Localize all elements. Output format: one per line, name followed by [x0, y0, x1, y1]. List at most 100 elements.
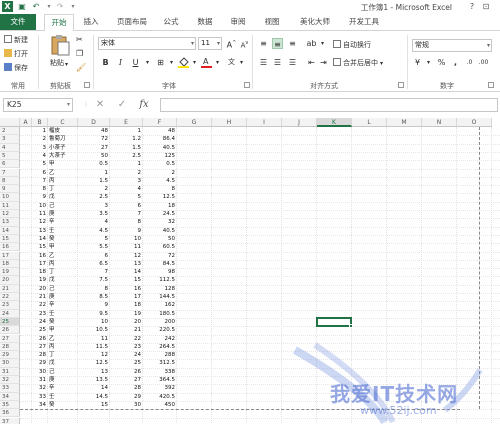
- cell-e8[interactable]: 3: [110, 177, 143, 185]
- cell-f15[interactable]: 50: [143, 235, 177, 243]
- cell-e31[interactable]: 26: [110, 368, 143, 376]
- tab-page-layout[interactable]: 页面布局: [112, 14, 152, 30]
- column-header-l[interactable]: L: [352, 118, 387, 127]
- column-header-f[interactable]: F: [143, 118, 177, 127]
- tab-formulas[interactable]: 公式: [160, 14, 182, 30]
- grow-font-button[interactable]: A^: [226, 38, 237, 50]
- help-icon[interactable]: ?: [466, 1, 478, 12]
- cell-f16[interactable]: 60.5: [143, 243, 177, 251]
- cell-e2[interactable]: 1: [110, 127, 143, 135]
- font-size-select[interactable]: 11 ▾: [198, 37, 222, 50]
- cell-e24[interactable]: 19: [110, 310, 143, 318]
- column-header-a[interactable]: A: [20, 118, 32, 127]
- cell-e20[interactable]: 15: [110, 276, 143, 284]
- cell-f8[interactable]: 4.5: [143, 177, 177, 185]
- cell-b21[interactable]: 20: [32, 285, 48, 293]
- cell-e26[interactable]: 21: [110, 326, 143, 334]
- merge-center-button[interactable]: 合并后居中 ▾: [333, 58, 383, 68]
- active-cell-cursor[interactable]: [316, 316, 352, 328]
- cell-d30[interactable]: 12.5: [78, 359, 110, 367]
- cell-f18[interactable]: 84.5: [143, 260, 177, 268]
- cell-b5[interactable]: 4: [32, 152, 48, 160]
- column-header-d[interactable]: D: [78, 118, 110, 127]
- cell-f35[interactable]: 450: [143, 401, 177, 409]
- italic-button[interactable]: I: [115, 57, 126, 68]
- cell-f28[interactable]: 264.5: [143, 343, 177, 351]
- currency-icon[interactable]: ¥: [412, 57, 423, 68]
- cell-d11[interactable]: 3: [78, 202, 110, 210]
- cell-b2[interactable]: 1: [32, 127, 48, 135]
- save-button[interactable]: 保存: [4, 63, 28, 73]
- cell-f21[interactable]: 128: [143, 285, 177, 293]
- tab-developer[interactable]: 开发工具: [346, 14, 382, 30]
- row-header[interactable]: 7: [0, 168, 20, 177]
- cell-b15[interactable]: 14: [32, 235, 48, 243]
- tab-home[interactable]: 开始: [44, 14, 74, 31]
- ribbon-display-icon[interactable]: ⊡: [480, 1, 492, 12]
- open-button[interactable]: 打开: [4, 49, 28, 59]
- row-header[interactable]: 17: [0, 251, 20, 260]
- cell-b13[interactable]: 12: [32, 218, 48, 226]
- cell-d28[interactable]: 11.5: [78, 343, 110, 351]
- cell-e17[interactable]: 12: [110, 252, 143, 260]
- undo-dropdown-icon[interactable]: ▾: [44, 2, 54, 11]
- tab-file[interactable]: 文件: [0, 14, 36, 30]
- formula-input[interactable]: [160, 98, 498, 112]
- cell-f3[interactable]: 86.4: [143, 135, 177, 143]
- row-header[interactable]: 31: [0, 367, 20, 376]
- row-header[interactable]: 12: [0, 210, 20, 219]
- cell-b25[interactable]: 24: [32, 318, 48, 326]
- cell-b4[interactable]: 3: [32, 144, 48, 152]
- align-bottom-icon[interactable]: ≡: [287, 38, 298, 49]
- cell-d26[interactable]: 10.5: [78, 326, 110, 334]
- cell-b31[interactable]: 30: [32, 368, 48, 376]
- cell-f9[interactable]: 8: [143, 185, 177, 193]
- row-header[interactable]: 28: [0, 342, 20, 352]
- bold-button[interactable]: B: [100, 57, 111, 68]
- cell-b23[interactable]: 22: [32, 301, 48, 309]
- cell-b3[interactable]: 2: [32, 135, 48, 143]
- cell-d17[interactable]: 6: [78, 252, 110, 260]
- align-right-icon[interactable]: ☰: [287, 57, 298, 68]
- column-header-n[interactable]: N: [422, 118, 457, 127]
- decrease-decimal-icon[interactable]: .00: [478, 57, 489, 68]
- cell-d2[interactable]: 48: [78, 127, 110, 135]
- align-left-icon[interactable]: ☰: [258, 57, 269, 68]
- row-header[interactable]: 20: [0, 276, 20, 285]
- cell-f19[interactable]: 98: [143, 268, 177, 276]
- cell-d7[interactable]: 1: [78, 169, 110, 177]
- cell-b19[interactable]: 18: [32, 268, 48, 276]
- cell-e16[interactable]: 11: [110, 243, 143, 251]
- row-header[interactable]: 21: [0, 284, 20, 293]
- cell-e7[interactable]: 2: [110, 169, 143, 177]
- cell-e29[interactable]: 24: [110, 351, 143, 359]
- cell-b33[interactable]: 32: [32, 384, 48, 392]
- cell-b34[interactable]: 33: [32, 393, 48, 401]
- cell-f13[interactable]: 32: [143, 218, 177, 226]
- row-header[interactable]: 15: [0, 234, 20, 244]
- row-header[interactable]: 2: [0, 127, 20, 136]
- cell-b18[interactable]: 17: [32, 260, 48, 268]
- insert-function-icon[interactable]: fx: [138, 99, 150, 111]
- row-header[interactable]: 34: [0, 392, 20, 401]
- cell-d29[interactable]: 12: [78, 351, 110, 359]
- column-header-m[interactable]: M: [387, 118, 422, 127]
- cell-b9[interactable]: 8: [32, 185, 48, 193]
- cell-d14[interactable]: 4.5: [78, 227, 110, 235]
- name-box[interactable]: K25 ▾: [3, 98, 73, 112]
- borders-dropdown-icon[interactable]: ▾: [166, 57, 177, 68]
- cell-e9[interactable]: 4: [110, 185, 143, 193]
- cell-e12[interactable]: 7: [110, 210, 143, 218]
- cell-d21[interactable]: 8: [78, 285, 110, 293]
- row-header[interactable]: 27: [0, 334, 20, 343]
- cell-f4[interactable]: 40.5: [143, 144, 177, 152]
- row-header[interactable]: 23: [0, 301, 20, 310]
- copy-icon[interactable]: ❐: [76, 49, 83, 58]
- currency-dropdown-icon[interactable]: ▾: [423, 57, 434, 68]
- cell-f6[interactable]: 0.5: [143, 160, 177, 168]
- decrease-indent-icon[interactable]: ⇤: [306, 57, 317, 68]
- more-options-icon[interactable]: ⋮: [80, 99, 92, 111]
- cell-e32[interactable]: 27: [110, 376, 143, 384]
- cell-d3[interactable]: 72: [78, 135, 110, 143]
- cut-icon[interactable]: ✂: [76, 35, 83, 44]
